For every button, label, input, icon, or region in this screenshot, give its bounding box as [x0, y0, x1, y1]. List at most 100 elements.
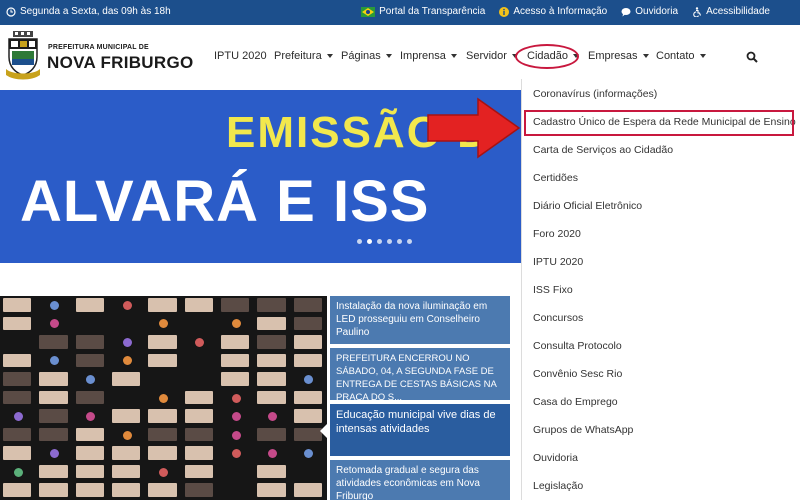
caret-down-icon [699, 54, 706, 58]
search-icon[interactable] [746, 51, 758, 63]
nav-label: Imprensa [400, 50, 446, 62]
participant-video-tile [3, 446, 32, 460]
cidadao-dropdown-menu: Coronavírus (informações) Cadastro Único… [521, 79, 800, 500]
news-item[interactable]: Instalação da nova iluminação em LED pro… [330, 296, 510, 344]
menu-item-consulta-protocolo[interactable]: Consulta Protocolo [533, 340, 622, 352]
carousel-dot[interactable] [387, 239, 392, 244]
chat-icon [621, 7, 631, 16]
menu-item-legislacao[interactable]: Legislação [533, 480, 583, 492]
news-item[interactable]: PREFEITURA ENCERROU NO SÁBADO, 04, A SEG… [330, 348, 510, 400]
nav-label: Contato [656, 50, 695, 62]
participant-avatar [50, 356, 59, 366]
nav-item-empresas[interactable]: Empresas [588, 50, 649, 62]
nav-label: Servidor [466, 50, 507, 62]
nav-item-contato[interactable]: Contato [656, 50, 706, 62]
news-headline: Instalação da nova iluminação em LED pro… [336, 301, 488, 338]
menu-item-certidoes[interactable]: Certidões [533, 172, 578, 184]
menu-item-iss-fixo[interactable]: ISS Fixo [533, 284, 573, 296]
nav-item-paginas[interactable]: Páginas [341, 50, 392, 62]
participant-video-tile [184, 298, 213, 312]
participant-video-tile [3, 353, 32, 368]
ombudsman-link[interactable]: Ouvidoria [621, 6, 678, 17]
participant-video-tile [39, 464, 68, 479]
active-news-pointer [320, 424, 327, 438]
participant-video-tile [112, 446, 141, 460]
office-hours-text: Segunda a Sexta, das 09h às 18h [20, 6, 171, 17]
menu-item-grupos-whatsapp[interactable]: Grupos de WhatsApp [533, 424, 633, 436]
participant-video-tile [39, 390, 68, 405]
nav-item-prefeitura[interactable]: Prefeitura [274, 50, 333, 62]
carousel-dot[interactable] [357, 239, 362, 244]
participant-video-tile [184, 483, 213, 497]
participant-avatar [13, 467, 23, 477]
participant-video-tile [257, 353, 286, 368]
participant-video-tile [257, 316, 286, 331]
nav-label: IPTU 2020 [214, 50, 267, 62]
participant-video-tile [293, 409, 322, 423]
participant-video-tile [184, 427, 213, 442]
menu-item-concursos[interactable]: Concursos [533, 312, 583, 324]
participant-video-tile [257, 335, 286, 349]
participant-video-tile [148, 353, 177, 368]
carousel-dot[interactable] [377, 239, 382, 244]
menu-item-casa-emprego[interactable]: Casa do Emprego [533, 396, 618, 408]
menu-item-ouvidoria[interactable]: Ouvidoria [533, 452, 578, 464]
participant-avatar [159, 467, 168, 477]
participant-video-tile [148, 427, 177, 442]
news-photo-video-call[interactable] [0, 296, 327, 500]
participant-avatar [304, 374, 314, 384]
info-icon [499, 6, 510, 17]
accessibility-link[interactable]: Acessibilidade [692, 6, 770, 17]
menu-item-iptu-2020[interactable]: IPTU 2020 [533, 256, 583, 268]
participant-video-tile [221, 353, 250, 368]
participant-video-tile [75, 446, 104, 460]
participant-avatar [86, 412, 96, 422]
information-access-label: Acesso à Informação [513, 6, 608, 17]
participant-avatar [122, 430, 132, 440]
menu-item-diario-oficial[interactable]: Diário Oficial Eletrônico [533, 200, 642, 212]
participant-video-tile [221, 335, 250, 349]
news-item-active[interactable]: Educação municipal vive dias de intensas… [330, 404, 510, 456]
cadastro-annotation-box [524, 110, 794, 136]
participant-video-tile [75, 483, 104, 497]
participant-video-tile [112, 372, 141, 386]
carousel-dot[interactable] [407, 239, 412, 244]
participant-video-tile [293, 483, 322, 497]
menu-item-convenio-sesc[interactable]: Convênio Sesc Rio [533, 368, 622, 380]
participant-video-tile [293, 335, 322, 349]
transparency-portal-link[interactable]: Portal da Transparência [361, 6, 485, 17]
news-headline: PREFEITURA ENCERROU NO SÁBADO, 04, A SEG… [336, 353, 497, 400]
participant-video-tile [257, 390, 286, 405]
participant-video-tile [39, 335, 68, 349]
participant-video-tile [112, 483, 141, 497]
top-bar: Segunda a Sexta, das 09h às 18h Portal d… [0, 0, 800, 25]
carousel-dot[interactable] [397, 239, 402, 244]
participant-video-tile [148, 298, 177, 312]
participant-video-tile [75, 390, 104, 405]
clock-icon [6, 6, 16, 17]
news-item[interactable]: Retomada gradual e segura das atividades… [330, 460, 510, 500]
participant-video-tile [257, 372, 286, 386]
caret-down-icon [642, 54, 649, 58]
nav-item-iptu-2020[interactable]: IPTU 2020 [214, 50, 267, 62]
participant-avatar [304, 449, 314, 459]
hero-headline-main: ALVARÁ E ISS [20, 169, 430, 234]
participant-video-tile [293, 316, 322, 331]
participant-video-tile [3, 316, 32, 331]
participant-video-tile [112, 464, 141, 479]
carousel-dot-active[interactable] [367, 239, 372, 244]
nav-item-servidor[interactable]: Servidor [466, 50, 518, 62]
nav-item-imprensa[interactable]: Imprensa [400, 50, 457, 62]
nav-label: Empresas [588, 50, 638, 62]
participant-video-tile [221, 298, 250, 312]
information-access-link[interactable]: Acesso à Informação [499, 6, 607, 17]
menu-item-carta-servicos[interactable]: Carta de Serviços ao Cidadão [533, 144, 673, 156]
participant-video-tile [293, 298, 322, 312]
accessibility-label: Acessibilidade [706, 6, 770, 17]
menu-item-foro-2020[interactable]: Foro 2020 [533, 228, 581, 240]
menu-item-coronavirus[interactable]: Coronavírus (informações) [533, 88, 657, 100]
participant-avatar [86, 374, 96, 384]
participant-video-tile [3, 390, 32, 405]
participant-video-tile [257, 427, 286, 442]
participant-video-tile [39, 427, 68, 442]
